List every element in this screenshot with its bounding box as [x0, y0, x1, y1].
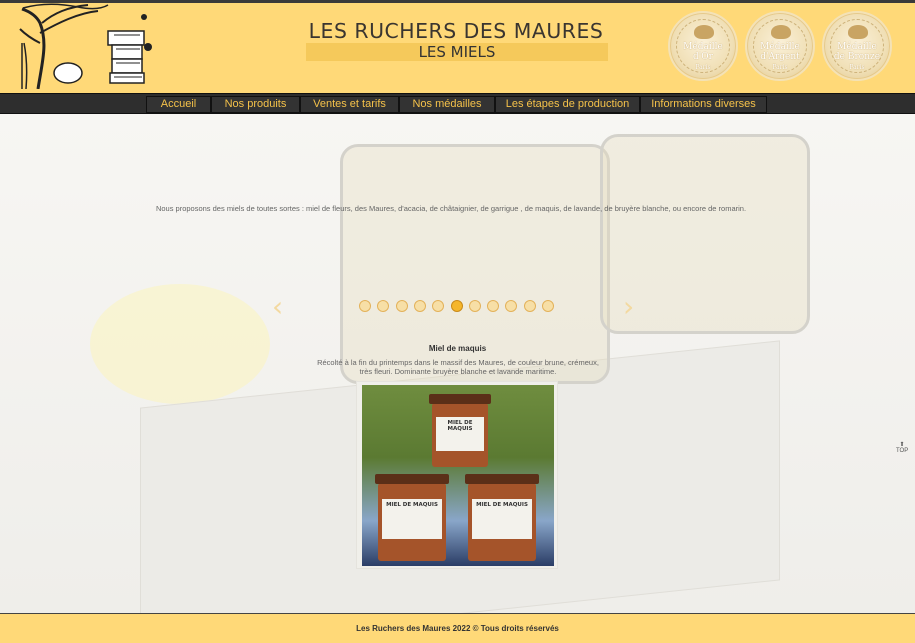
nav-item-etapes-production[interactable]: Les étapes de production — [495, 96, 640, 113]
slider-dot[interactable] — [487, 300, 500, 312]
nav-item-accueil[interactable]: Accueil — [146, 96, 211, 113]
medal-line2: d'Argent — [760, 52, 800, 62]
slider-dot[interactable] — [468, 300, 481, 312]
top-label: TOP — [896, 448, 909, 454]
site-header: LES RUCHERS DES MAURES LES MIELS Médaill… — [0, 3, 915, 93]
oak-leaf-icon — [848, 25, 868, 39]
nav-item-ventes-tarifs[interactable]: Ventes et tarifs — [300, 96, 399, 113]
slider-dot[interactable] — [413, 300, 426, 312]
medal-line2: d'Or — [693, 52, 713, 62]
medal-line1: Médaille — [683, 42, 723, 52]
medal-line3: Paris — [772, 64, 788, 71]
main-content: Nous proposons des miels de toutes sorte… — [0, 114, 915, 613]
jar-lid — [429, 394, 491, 404]
gold-medal-icon: Médaille d'Or Paris — [668, 11, 738, 81]
main-nav: Accueil Nos produits Ventes et tarifs No… — [0, 93, 915, 114]
medal-line1: Médaille — [760, 42, 800, 52]
honey-jar: MIEL DE MAQUIS — [429, 394, 491, 467]
background-lemon — [90, 284, 270, 404]
bronze-medal-icon: Médaille de Bronze Paris — [822, 11, 892, 81]
next-arrow-icon[interactable]: › — [623, 290, 634, 323]
beehive-tree-logo — [18, 3, 166, 89]
honey-jars-photo: MIEL DE MAQUIS MIEL DE MAQUIS MIEL DE MA… — [362, 385, 554, 566]
jar-label: MIEL DE MAQUIS — [382, 499, 442, 539]
honey-jar: MIEL DE MAQUIS — [375, 474, 449, 561]
slider-dot[interactable] — [359, 300, 371, 312]
back-to-top-link[interactable]: ⬆ TOP — [896, 442, 908, 454]
brand-name: LES RUCHERS DES MAURES — [308, 19, 604, 43]
medal-line3: Paris — [695, 64, 711, 71]
slide-photo-frame: MIEL DE MAQUIS MIEL DE MAQUIS MIEL DE MA… — [356, 381, 558, 569]
oak-leaf-icon — [771, 25, 791, 39]
medal-line2: de Bronze — [833, 52, 881, 62]
slider-dot[interactable] — [450, 300, 463, 312]
medal-line3: Paris — [849, 64, 865, 71]
nav-item-informations-diverses[interactable]: Informations diverses — [640, 96, 767, 113]
slider-dot[interactable] — [542, 300, 554, 312]
prev-arrow-icon[interactable]: ‹ — [272, 290, 283, 323]
site-footer: Les Ruchers des Maures 2022 © Tous droit… — [0, 613, 915, 643]
intro-text: Nous proposons des miels de toutes sorte… — [155, 204, 747, 213]
jar-lid — [465, 474, 539, 484]
silver-medal-icon: Médaille d'Argent Paris — [745, 11, 815, 81]
page-title: LES MIELS — [306, 43, 608, 61]
slider-dot[interactable] — [523, 300, 536, 312]
medal-line1: Médaille — [837, 42, 877, 52]
nav-item-nos-produits[interactable]: Nos produits — [211, 96, 300, 113]
honey-jar: MIEL DE MAQUIS — [465, 474, 539, 561]
jar-lid — [375, 474, 449, 484]
slider-dot[interactable] — [395, 300, 408, 312]
nav-item-nos-medailles[interactable]: Nos médailles — [399, 96, 495, 113]
jar-label: MIEL DE MAQUIS — [472, 499, 532, 539]
slide-description: Récolté à la fin du printemps dans le ma… — [317, 358, 599, 376]
jar-label: MIEL DE MAQUIS — [436, 417, 484, 451]
oak-leaf-icon — [694, 25, 714, 39]
slide-title: Miel de maquis — [428, 344, 487, 353]
